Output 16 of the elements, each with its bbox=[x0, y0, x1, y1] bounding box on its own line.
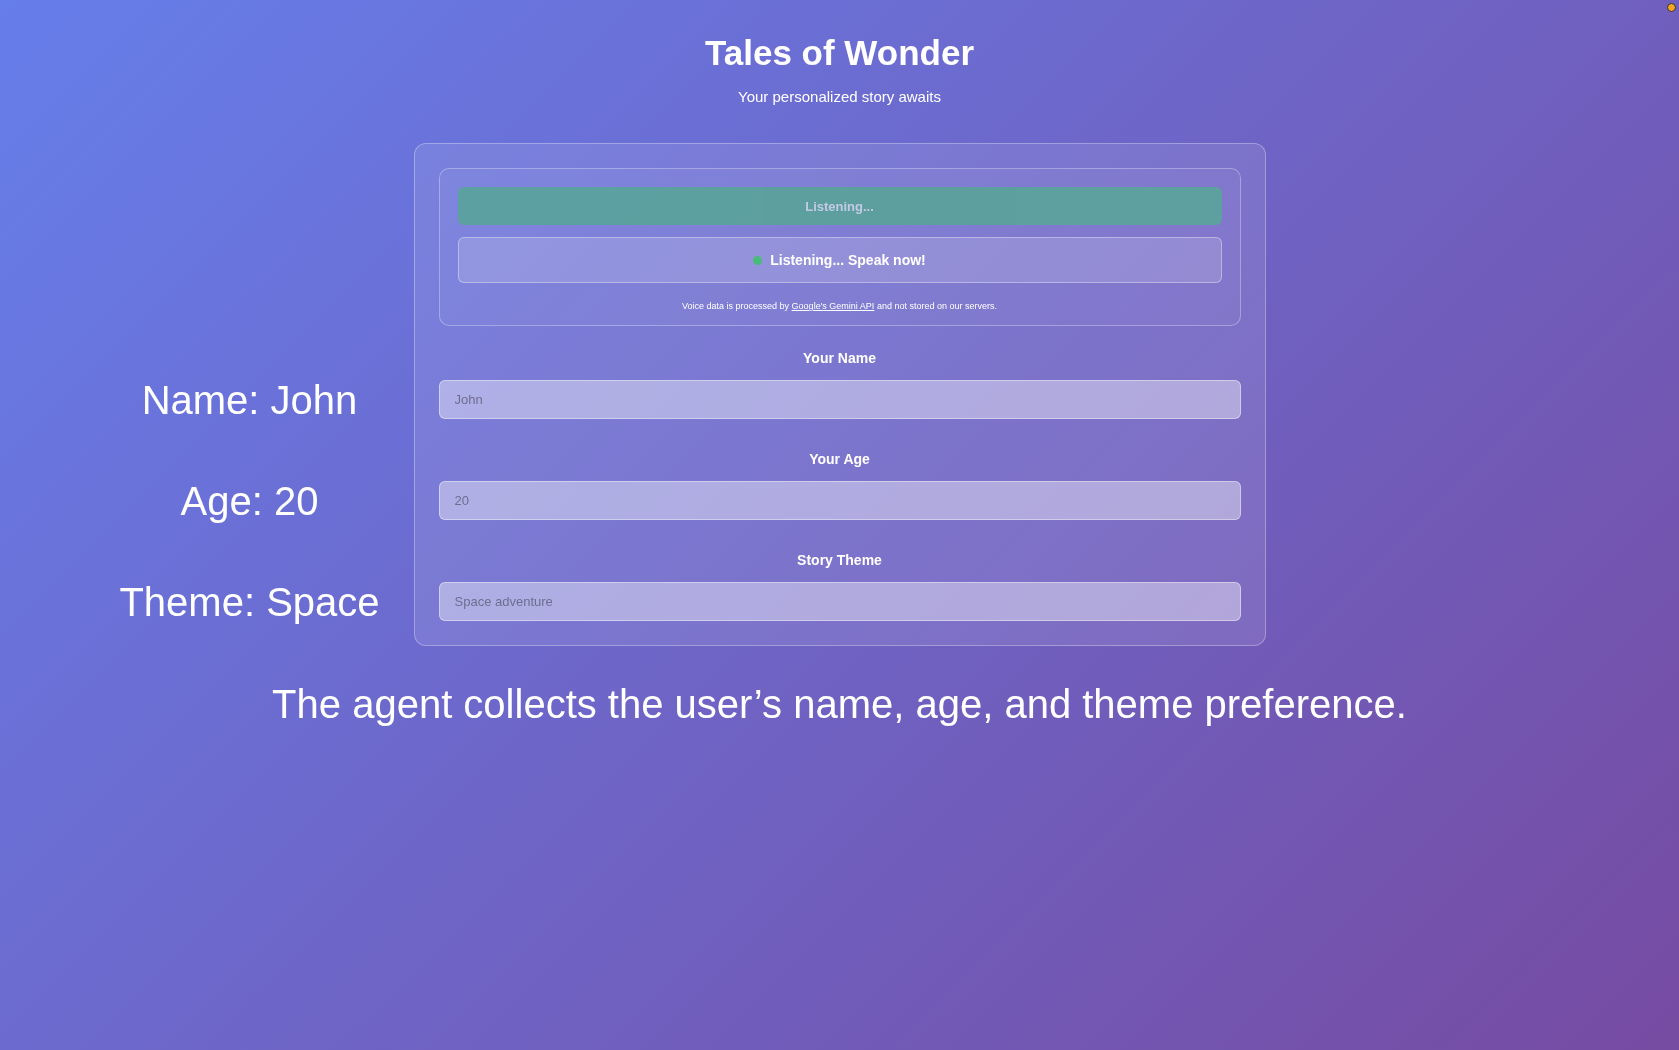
annotation-text: Age: 20 bbox=[179, 478, 320, 523]
field-label: Your Age bbox=[809, 451, 870, 467]
input-field[interactable]: John bbox=[438, 380, 1241, 419]
privacy-notice: Voice data is processed by Google's Gemini API and not stored on our servers. bbox=[681, 301, 998, 311]
recording-indicator-icon bbox=[1667, 3, 1676, 12]
annotation-text: Theme: Space bbox=[118, 579, 381, 624]
caption-text: The agent collects the user’s name, age, and theme preference. bbox=[272, 682, 1407, 727]
field-label: Your Name bbox=[803, 350, 876, 366]
input-field[interactable]: 20 bbox=[438, 481, 1241, 520]
input-field[interactable]: Space adventure bbox=[438, 582, 1241, 621]
status-text: Listening... Speak now! bbox=[770, 252, 926, 268]
gemini-api-link[interactable]: Google's Gemini API bbox=[791, 301, 875, 311]
field-label: Story Theme bbox=[797, 552, 882, 568]
annotation-text: Name: John bbox=[140, 377, 359, 422]
app-subtitle: Your personalized story awaits bbox=[738, 88, 941, 106]
app-title: Tales of Wonder bbox=[705, 32, 974, 74]
